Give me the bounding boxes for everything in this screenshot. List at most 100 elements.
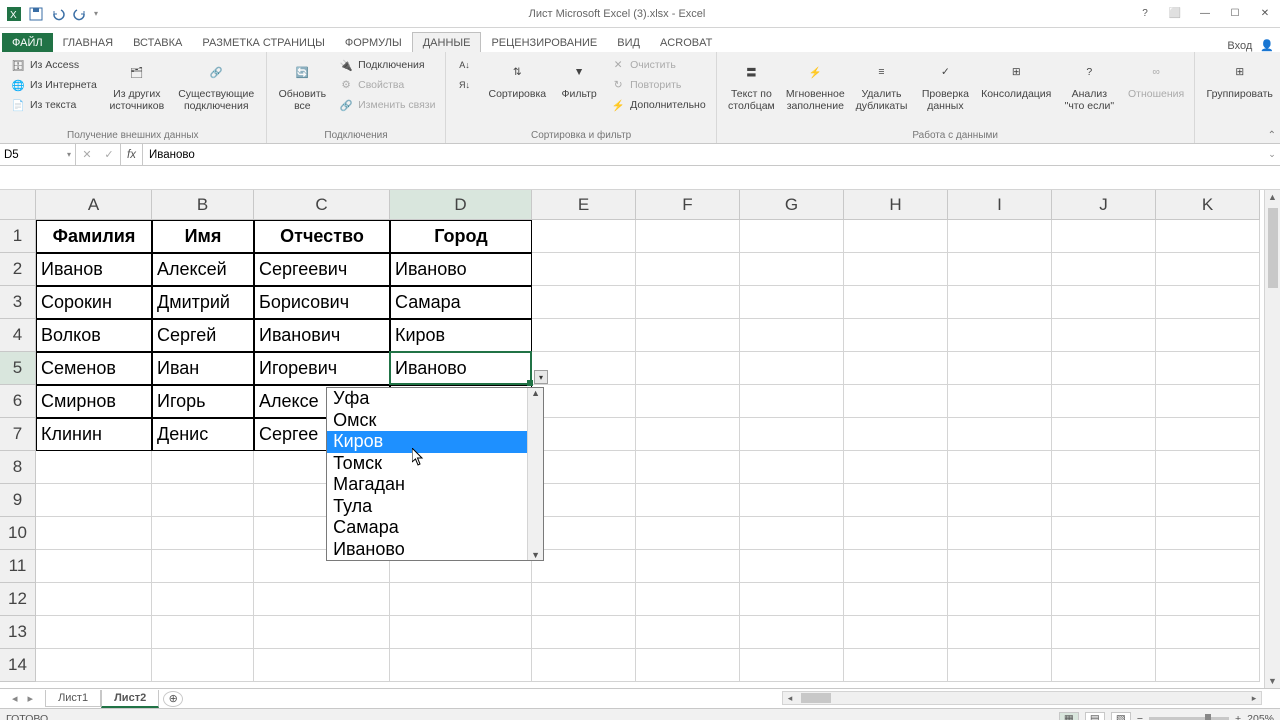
cell[interactable] xyxy=(36,484,152,517)
cell[interactable] xyxy=(948,649,1052,682)
cell[interactable] xyxy=(636,649,740,682)
spreadsheet-grid[interactable]: ABCDEFGHIJK 1234567891011121314 ФамилияИ… xyxy=(0,190,1280,688)
cell[interactable] xyxy=(36,616,152,649)
cell[interactable] xyxy=(254,616,390,649)
cell[interactable] xyxy=(844,385,948,418)
connections-button[interactable]: 🔌Подключения xyxy=(336,56,437,74)
cell[interactable] xyxy=(844,451,948,484)
cell[interactable]: Иванов xyxy=(36,253,152,286)
cell[interactable] xyxy=(532,616,636,649)
column-header[interactable]: K xyxy=(1156,190,1260,220)
cell[interactable] xyxy=(740,352,844,385)
cell[interactable] xyxy=(1156,484,1260,517)
cell[interactable] xyxy=(636,286,740,319)
cell[interactable] xyxy=(1052,220,1156,253)
tab-acrobat[interactable]: ACROBAT xyxy=(650,33,722,52)
cell[interactable] xyxy=(1052,649,1156,682)
vertical-scrollbar[interactable]: ▲ ▼ xyxy=(1264,190,1280,688)
cell[interactable] xyxy=(532,286,636,319)
cell[interactable] xyxy=(532,550,636,583)
cell[interactable] xyxy=(36,451,152,484)
tab-formulas[interactable]: ФОРМУЛЫ xyxy=(335,33,412,52)
cell[interactable] xyxy=(948,220,1052,253)
cell[interactable]: Борисович xyxy=(254,286,390,319)
sheet-tab-1[interactable]: Лист1 xyxy=(45,690,101,707)
tab-data[interactable]: ДАННЫЕ xyxy=(412,32,482,52)
whatif-button[interactable]: ?Анализ "что если" xyxy=(1058,56,1120,114)
row-header[interactable]: 12 xyxy=(0,583,36,616)
zoom-in-button[interactable]: + xyxy=(1235,713,1241,720)
cell[interactable]: Сергей xyxy=(152,319,254,352)
cell[interactable] xyxy=(390,649,532,682)
cell[interactable] xyxy=(948,418,1052,451)
redo-icon[interactable] xyxy=(72,6,88,22)
view-normal-button[interactable]: ▦ xyxy=(1059,712,1079,720)
row-header[interactable]: 14 xyxy=(0,649,36,682)
cell[interactable] xyxy=(1156,253,1260,286)
cell[interactable]: Отчество xyxy=(254,220,390,253)
column-header[interactable]: F xyxy=(636,190,740,220)
cell[interactable] xyxy=(948,385,1052,418)
vscroll-thumb[interactable] xyxy=(1268,208,1278,288)
close-button[interactable]: ✕ xyxy=(1250,4,1280,24)
cell[interactable]: Дмитрий xyxy=(152,286,254,319)
row-header[interactable]: 8 xyxy=(0,451,36,484)
flash-fill-button[interactable]: ⚡Мгновенное заполнение xyxy=(784,56,846,114)
validation-dropdown-list[interactable]: УфаОмскКировТомскМагаданТулаСамараИванов… xyxy=(326,387,544,561)
cell[interactable] xyxy=(948,583,1052,616)
cell[interactable] xyxy=(1156,352,1260,385)
tab-review[interactable]: РЕЦЕНЗИРОВАНИЕ xyxy=(481,33,607,52)
cell[interactable] xyxy=(1052,286,1156,319)
cell[interactable] xyxy=(1156,418,1260,451)
cell[interactable] xyxy=(1156,319,1260,352)
cell[interactable] xyxy=(636,616,740,649)
cell[interactable]: Имя xyxy=(152,220,254,253)
row-header[interactable]: 13 xyxy=(0,616,36,649)
cell[interactable] xyxy=(636,517,740,550)
row-header[interactable]: 4 xyxy=(0,319,36,352)
cell[interactable] xyxy=(1156,385,1260,418)
cell[interactable] xyxy=(948,352,1052,385)
cell[interactable]: Фамилия xyxy=(36,220,152,253)
advanced-filter-button[interactable]: ⚡Дополнительно xyxy=(608,96,708,114)
cell[interactable] xyxy=(740,286,844,319)
cell[interactable]: Киров xyxy=(390,319,532,352)
from-text-button[interactable]: 📄Из текста xyxy=(8,96,99,114)
cells-area[interactable]: ФамилияИмяОтчествоГородИвановАлексейСерг… xyxy=(36,220,1260,682)
cell[interactable] xyxy=(1052,385,1156,418)
name-box[interactable]: D5 ▾ xyxy=(0,144,76,165)
dd-scroll-down-icon[interactable]: ▼ xyxy=(531,550,540,560)
cell[interactable]: Иванович xyxy=(254,319,390,352)
sheet-nav[interactable]: ◂▸ xyxy=(0,692,45,705)
undo-icon[interactable] xyxy=(50,6,66,22)
maximize-button[interactable]: ☐ xyxy=(1220,4,1250,24)
cell[interactable] xyxy=(1156,550,1260,583)
scroll-right-icon[interactable]: ▸ xyxy=(1247,693,1261,704)
cell[interactable] xyxy=(1052,451,1156,484)
ribbon-opts-icon[interactable]: ⬜ xyxy=(1160,4,1190,24)
cell[interactable] xyxy=(636,385,740,418)
cell[interactable] xyxy=(1156,649,1260,682)
dropdown-item[interactable]: Омск xyxy=(327,410,527,432)
zoom-level[interactable]: 205% xyxy=(1247,713,1274,720)
cell[interactable] xyxy=(844,484,948,517)
cell[interactable] xyxy=(1156,616,1260,649)
cell[interactable] xyxy=(948,451,1052,484)
cell[interactable]: Семенов xyxy=(36,352,152,385)
account-icon[interactable]: 👤 xyxy=(1260,39,1274,52)
cell[interactable]: Волков xyxy=(36,319,152,352)
dropdown-item[interactable]: Киров xyxy=(327,431,527,453)
cell[interactable] xyxy=(36,649,152,682)
cell[interactable] xyxy=(152,583,254,616)
cell[interactable] xyxy=(36,517,152,550)
cell[interactable] xyxy=(948,484,1052,517)
cell[interactable] xyxy=(948,286,1052,319)
cell[interactable]: Клинин xyxy=(36,418,152,451)
expand-formula-icon[interactable]: ⌄ xyxy=(1264,144,1280,165)
cell[interactable] xyxy=(532,253,636,286)
cell[interactable] xyxy=(844,253,948,286)
cell[interactable] xyxy=(636,418,740,451)
data-validation-button[interactable]: ✓Проверка данных xyxy=(916,56,974,114)
cell[interactable] xyxy=(948,517,1052,550)
cell[interactable] xyxy=(844,220,948,253)
